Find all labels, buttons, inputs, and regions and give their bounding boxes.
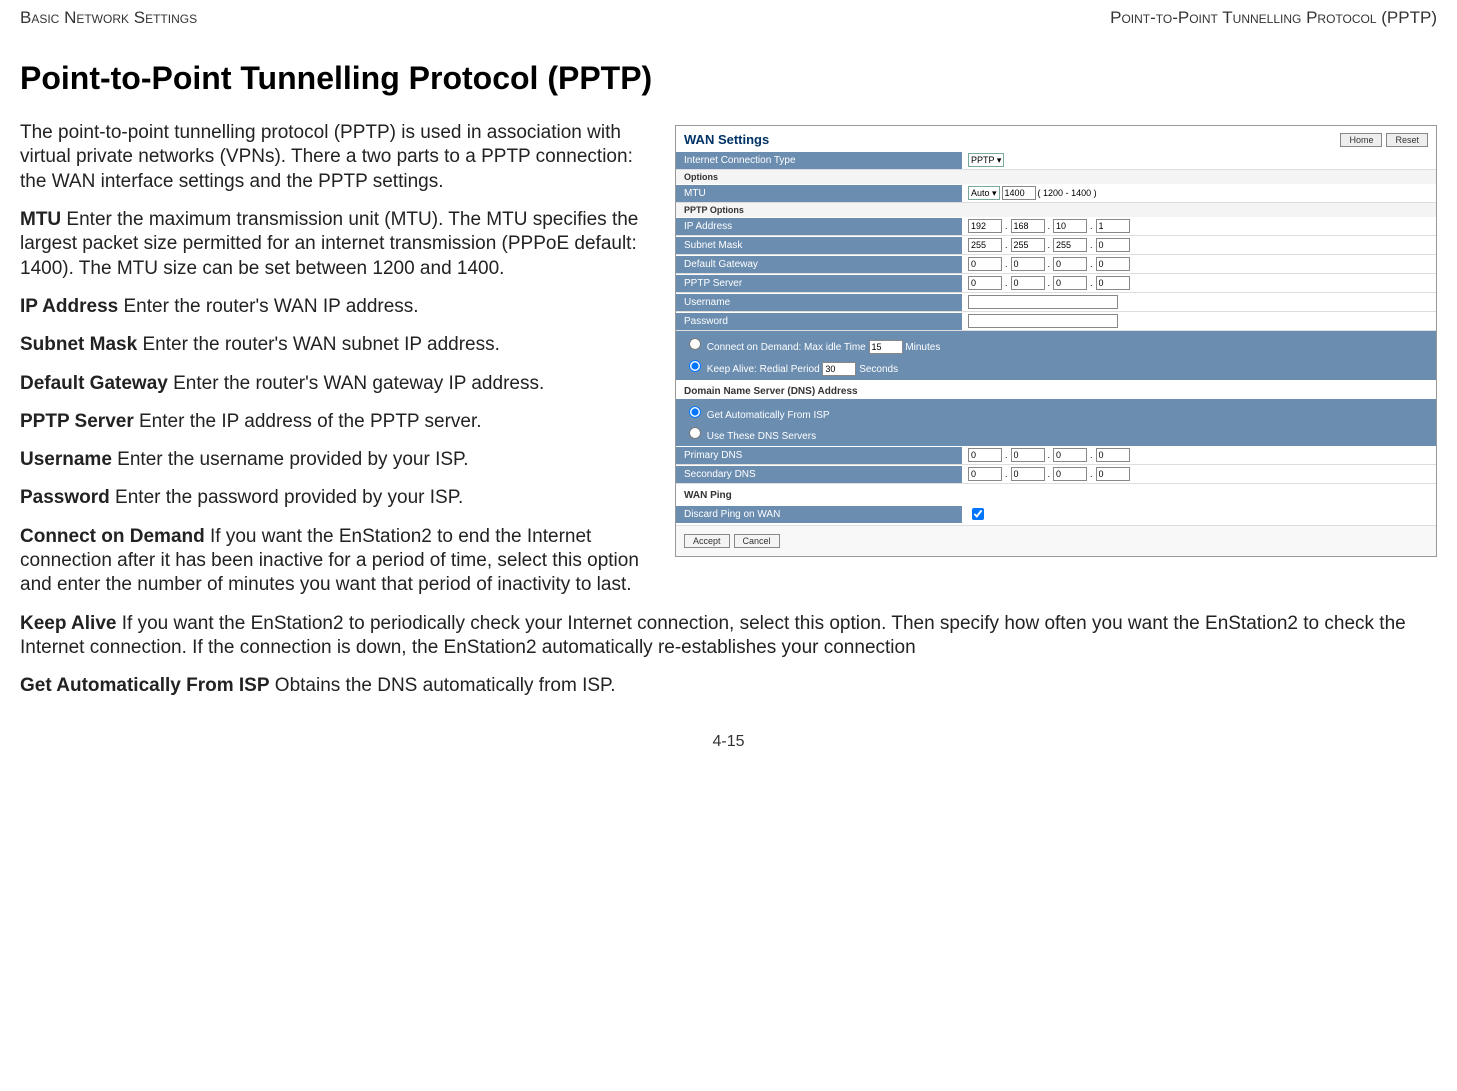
ss-srv-2[interactable] (1011, 276, 1045, 290)
ss-user-input[interactable] (968, 295, 1118, 309)
ss-ip-3[interactable] (1053, 219, 1087, 233)
ss-pass-input[interactable] (968, 314, 1118, 328)
ss-mtu-label: MTU (676, 185, 962, 202)
ss-sdns-label: Secondary DNS (676, 466, 962, 483)
running-header-left: Basic Network Settings (20, 8, 197, 28)
ss-srv-label: PPTP Server (676, 275, 962, 292)
ss-pass-label: Password (676, 313, 962, 330)
ss-gw-label: Default Gateway (676, 256, 962, 273)
ss-ip-1[interactable] (968, 219, 1002, 233)
ss-gw-3[interactable] (1053, 257, 1087, 271)
ss-sdns-2[interactable] (1011, 467, 1045, 481)
ss-cod-input[interactable] (869, 340, 903, 354)
def-ka: Keep Alive If you want the EnStation2 to… (20, 612, 1437, 661)
page-number: 4-15 (20, 713, 1437, 761)
ss-ict-select[interactable]: PPTP ▾ (968, 153, 1004, 167)
ss-mask-3[interactable] (1053, 238, 1087, 252)
ss-cancel-button[interactable]: Cancel (734, 534, 780, 548)
ss-pdns-2[interactable] (1011, 448, 1045, 462)
ss-options-head: Options (676, 170, 1436, 184)
ss-dns-head: Domain Name Server (DNS) Address (676, 380, 1436, 399)
ss-reset-button[interactable]: Reset (1386, 133, 1428, 147)
ss-ka-unit: Seconds (859, 364, 898, 375)
ss-gw-1[interactable] (968, 257, 1002, 271)
ss-ka-radio[interactable] (689, 360, 701, 372)
ss-ka-input[interactable] (822, 362, 856, 376)
ss-srv-1[interactable] (968, 276, 1002, 290)
ss-ip-4[interactable] (1096, 219, 1130, 233)
ss-cod-label: Connect on Demand: Max idle Time (707, 342, 866, 353)
ss-pptp-head: PPTP Options (676, 203, 1436, 217)
ss-ict-label: Internet Connection Type (676, 152, 962, 169)
ss-sdns-4[interactable] (1096, 467, 1130, 481)
ss-user-label: Username (676, 294, 962, 311)
ss-srv-3[interactable] (1053, 276, 1087, 290)
ss-ka-label: Keep Alive: Redial Period (707, 364, 820, 375)
ss-cod-radio[interactable] (689, 338, 701, 350)
ss-mask-1[interactable] (968, 238, 1002, 252)
ss-title: WAN Settings (684, 132, 769, 147)
ss-pdns-4[interactable] (1096, 448, 1130, 462)
ss-dns-use-radio[interactable] (689, 427, 701, 439)
ss-discard-label: Discard Ping on WAN (676, 506, 962, 523)
ss-mtu-range: ( 1200 - 1400 ) (1038, 188, 1097, 198)
wan-settings-screenshot: WAN Settings Home Reset Internet Connect… (675, 125, 1437, 557)
running-header-right: Point-to-Point Tunnelling Protocol (PPTP… (1110, 8, 1437, 28)
ss-pdns-1[interactable] (968, 448, 1002, 462)
page-title: Point-to-Point Tunnelling Protocol (PPTP… (20, 60, 1437, 97)
ss-cod-unit: Minutes (905, 342, 940, 353)
ss-mtu-input[interactable] (1002, 186, 1036, 200)
ss-home-button[interactable]: Home (1340, 133, 1382, 147)
ss-mask-label: Subnet Mask (676, 237, 962, 254)
ss-pdns-label: Primary DNS (676, 447, 962, 464)
ss-sdns-3[interactable] (1053, 467, 1087, 481)
ss-sdns-1[interactable] (968, 467, 1002, 481)
ss-gw-4[interactable] (1096, 257, 1130, 271)
ss-dns-use-label: Use These DNS Servers (707, 431, 816, 442)
ss-discard-check[interactable] (972, 508, 984, 520)
ss-pdns-3[interactable] (1053, 448, 1087, 462)
ss-accept-button[interactable]: Accept (684, 534, 730, 548)
ss-dns-auto-label: Get Automatically From ISP (707, 410, 830, 421)
ss-mask-4[interactable] (1096, 238, 1130, 252)
ss-mtu-mode[interactable]: Auto ▾ (968, 186, 1000, 200)
ss-srv-4[interactable] (1096, 276, 1130, 290)
ss-dns-auto-radio[interactable] (689, 406, 701, 418)
ss-ip-2[interactable] (1011, 219, 1045, 233)
ss-gw-2[interactable] (1011, 257, 1045, 271)
ss-wanping-head: WAN Ping (676, 484, 1436, 503)
def-auto: Get Automatically From ISP Obtains the D… (20, 674, 1437, 698)
ss-ip-label: IP Address (676, 218, 962, 235)
ss-mask-2[interactable] (1011, 238, 1045, 252)
